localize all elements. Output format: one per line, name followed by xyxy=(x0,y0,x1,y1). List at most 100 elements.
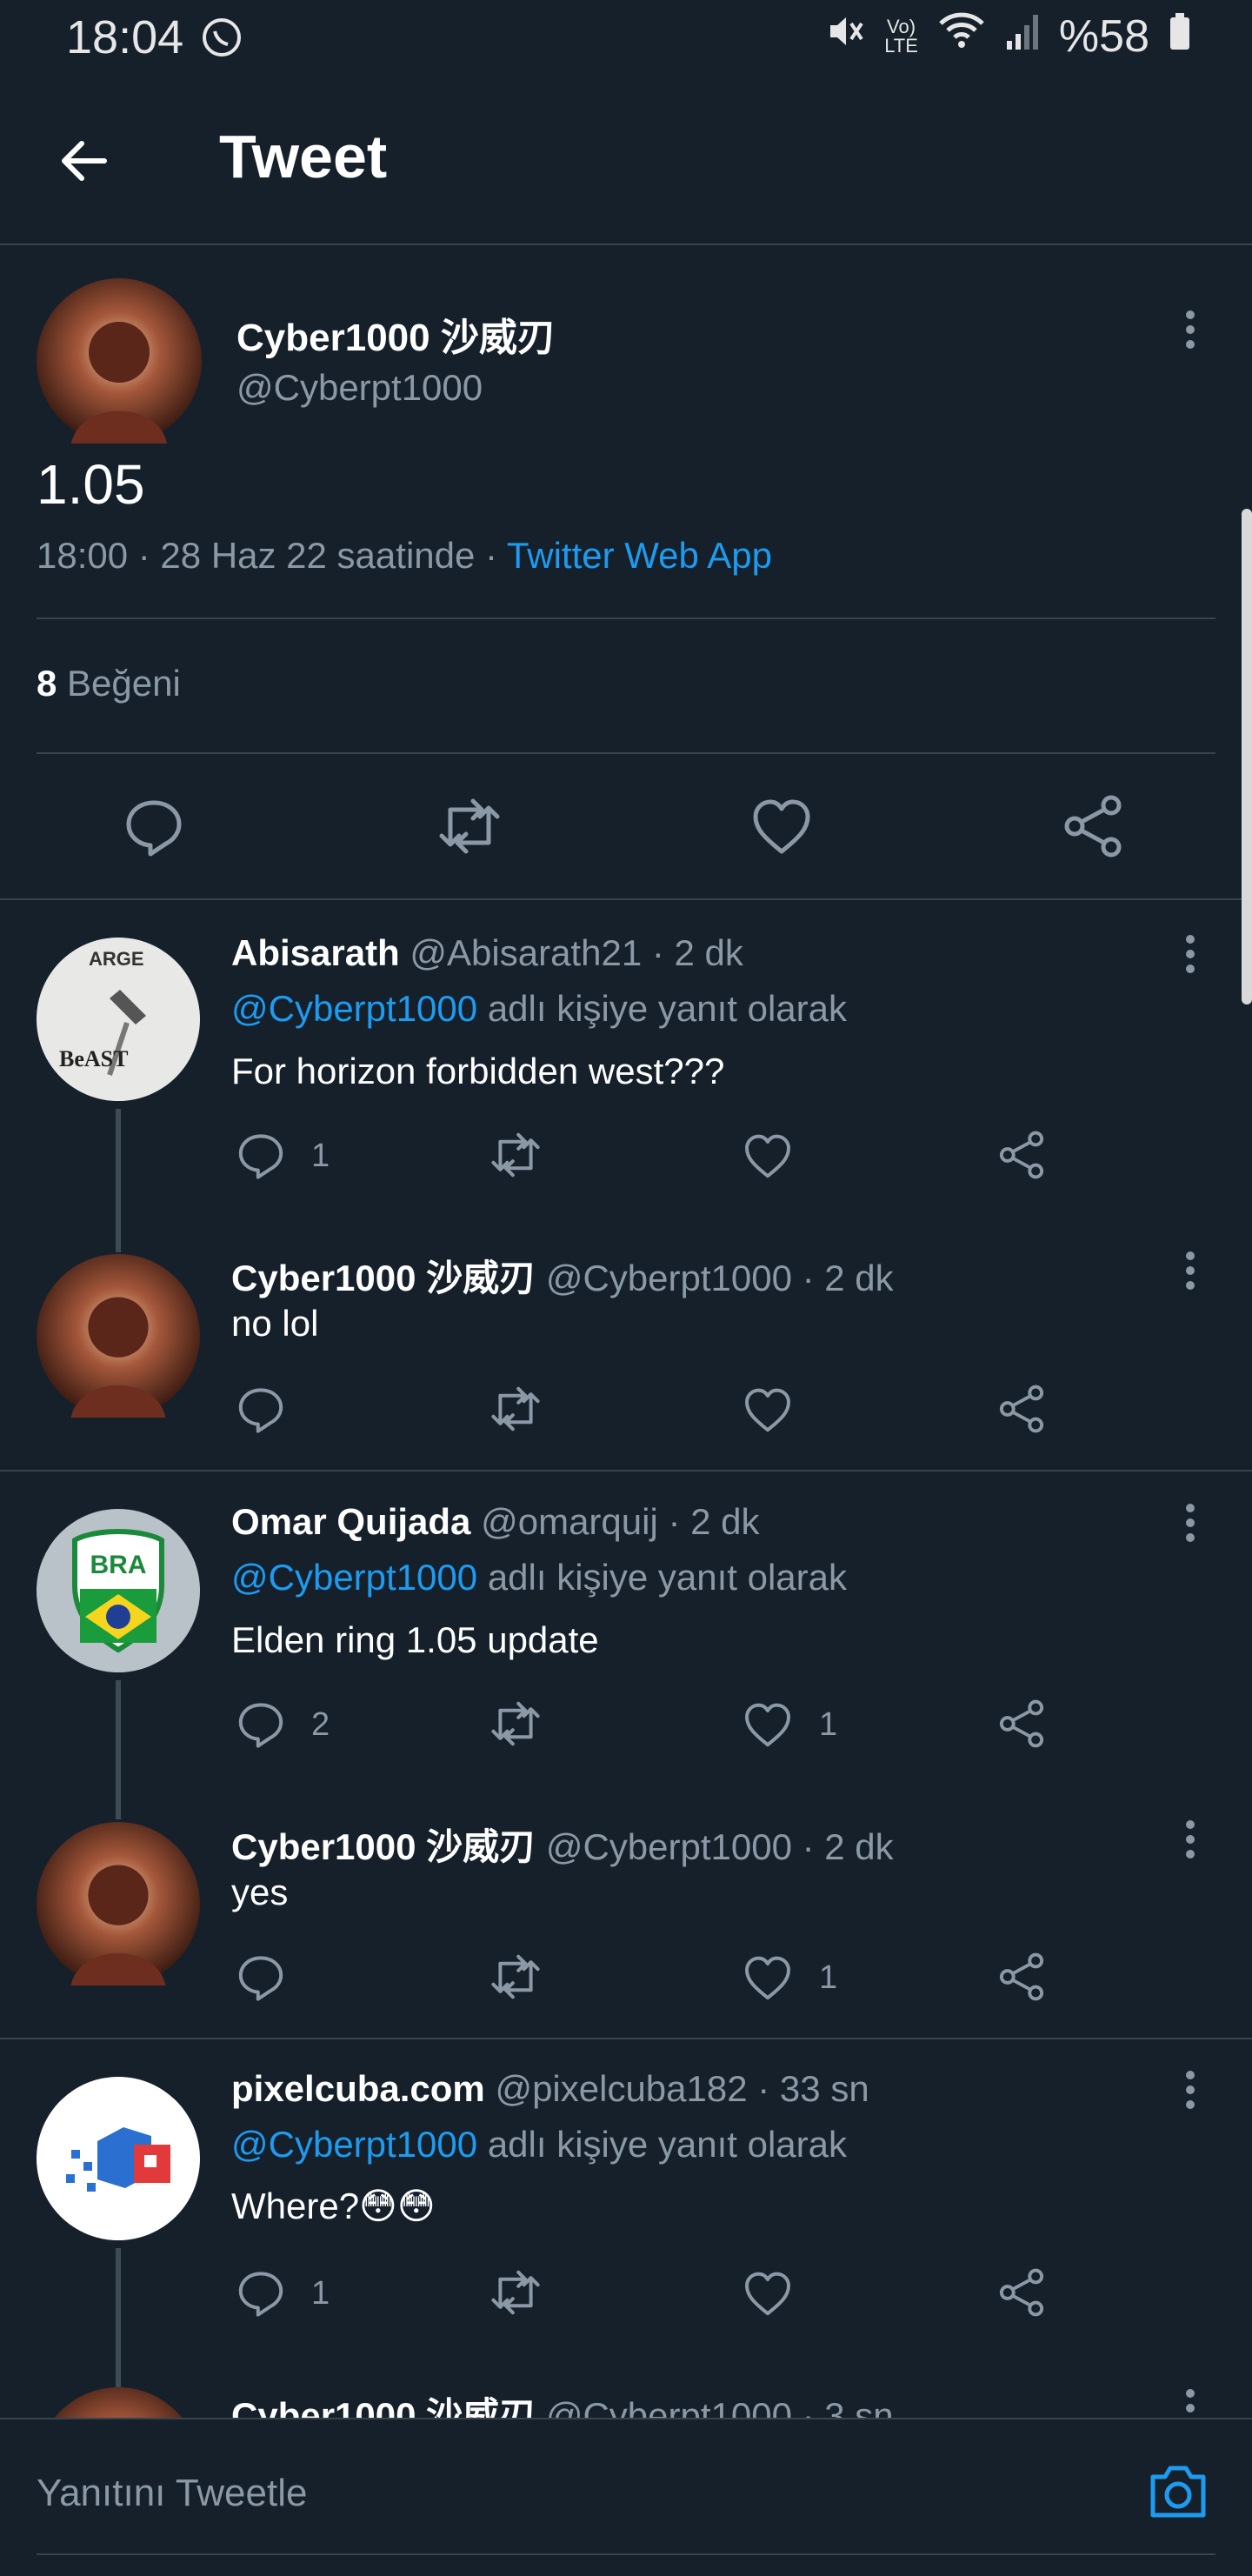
reply-author-name[interactable]: Cyber1000 沙威刃 xyxy=(231,1258,536,1298)
more-icon[interactable] xyxy=(1177,308,1203,351)
reply-author-name[interactable]: pixelcuba.com xyxy=(231,2068,485,2109)
divider xyxy=(37,617,1215,619)
divider xyxy=(0,1470,1252,1472)
like-icon[interactable] xyxy=(743,1132,792,1184)
status-time: 18:04 xyxy=(66,11,184,63)
reply-author-handle[interactable]: @pixelcuba182 · 33 sn xyxy=(495,2068,869,2109)
more-icon[interactable] xyxy=(1177,2068,1203,2112)
like-icon[interactable] xyxy=(743,1701,792,1752)
reply-icon[interactable] xyxy=(236,2268,285,2321)
reply-author-handle[interactable]: @omarquij · 2 dk xyxy=(481,1501,759,1542)
reply-header: Abisarath @Abisarath21 · 2 dk xyxy=(231,932,743,974)
reply-count: 1 xyxy=(311,2275,330,2312)
replying-to-handle[interactable]: @Cyberpt1000 xyxy=(231,1557,477,1598)
reply-header: Cyber1000 沙威刃 @Cyberpt1000 · 2 dk xyxy=(231,1818,894,1871)
more-icon[interactable] xyxy=(1177,1501,1203,1545)
replying-to: @Cyberpt1000 adlı kişiye yanıt olarak xyxy=(231,1557,847,1598)
likes-label: Beğeni xyxy=(67,663,181,704)
divider xyxy=(37,752,1215,754)
thread-line xyxy=(116,2248,121,2387)
more-icon[interactable] xyxy=(1177,932,1203,976)
reply-count: 1 xyxy=(311,1138,330,1174)
camera-icon[interactable] xyxy=(1146,2463,1210,2525)
share-icon[interactable] xyxy=(998,1699,1045,1752)
reply-input[interactable]: Yanıtını Tweetle xyxy=(37,2472,307,2515)
reply-author-handle[interactable]: @Cyberpt1000 · 2 dk xyxy=(546,1258,894,1298)
share-icon[interactable] xyxy=(1062,795,1123,862)
avatar[interactable] xyxy=(37,2077,200,2240)
page-title: Tweet xyxy=(219,123,388,190)
share-icon[interactable] xyxy=(998,1385,1045,1438)
reply-icon[interactable] xyxy=(236,1699,285,1752)
reply-icon[interactable] xyxy=(236,1952,285,2005)
replying-to-suffix: adlı kişiye yanıt olarak xyxy=(487,988,848,1029)
tweet-text: 1.05 xyxy=(37,453,145,516)
tweet-author-name[interactable]: Cyber1000 沙威刃 xyxy=(236,306,556,362)
whatsapp-icon xyxy=(200,16,243,63)
like-count: 1 xyxy=(819,1959,838,1996)
replying-to-handle[interactable]: @Cyberpt1000 xyxy=(231,988,477,1029)
retweet-icon[interactable] xyxy=(487,1952,544,2005)
reply-icon[interactable] xyxy=(236,1385,285,1438)
replying-to: @Cyberpt1000 adlı kişiye yanıt olarak xyxy=(231,2124,847,2166)
svg-text:BeAST: BeAST xyxy=(59,1046,128,1071)
divider xyxy=(0,2038,1252,2039)
reply-author-name[interactable]: Omar Quijada xyxy=(231,1501,470,1542)
like-count: 1 xyxy=(819,1706,838,1743)
reply-text: Where?😳😳 xyxy=(231,2186,436,2226)
reply-author-handle[interactable]: @Cyberpt1000 · 2 dk xyxy=(546,1826,894,1867)
share-icon[interactable] xyxy=(998,2268,1045,2321)
likes-summary[interactable]: 8 Beğeni xyxy=(37,663,181,704)
wifi-icon xyxy=(937,10,986,63)
svg-text:ARGE: ARGE xyxy=(89,948,144,970)
reply-text: Elden ring 1.05 update xyxy=(231,1619,599,1660)
reply-text: yes xyxy=(231,1872,289,1912)
retweet-icon[interactable] xyxy=(487,1385,544,1438)
retweet-icon[interactable] xyxy=(435,796,504,861)
retweet-icon[interactable] xyxy=(487,2268,544,2321)
replying-to: @Cyberpt1000 adlı kişiye yanıt olarak xyxy=(231,988,847,1030)
share-icon[interactable] xyxy=(998,1131,1045,1184)
reply-composer-bar: Yanıtını Tweetle xyxy=(0,2418,1252,2576)
retweet-icon[interactable] xyxy=(487,1131,544,1184)
tweet-source-link[interactable]: Twitter Web App xyxy=(507,535,772,576)
tweet-author-handle[interactable]: @Cyberpt1000 xyxy=(236,367,483,409)
like-icon[interactable] xyxy=(743,1954,792,2005)
reply-header: Cyber1000 沙威刃 @Cyberpt1000 · 2 dk xyxy=(231,1249,894,1302)
avatar[interactable] xyxy=(37,1822,200,1985)
reply-author-handle[interactable]: @Abisarath21 · 2 dk xyxy=(410,932,743,973)
like-icon[interactable] xyxy=(743,2270,792,2321)
like-icon[interactable] xyxy=(743,1386,792,1438)
replying-to-suffix: adlı kişiye yanıt olarak xyxy=(487,1557,848,1598)
avatar[interactable] xyxy=(37,1254,200,1418)
divider xyxy=(0,898,1252,900)
reply-author-name[interactable]: Cyber1000 沙威刃 xyxy=(231,1826,536,1867)
status-indicators: Vo) LTE %58 xyxy=(825,10,1191,63)
more-icon[interactable] xyxy=(1177,1818,1203,1861)
avatar[interactable]: ARGE BeAST xyxy=(37,938,200,1101)
svg-text:BRA: BRA xyxy=(90,1551,147,1579)
share-icon[interactable] xyxy=(998,1952,1045,2005)
back-arrow-icon[interactable] xyxy=(54,130,115,191)
reply-author-name[interactable]: Abisarath xyxy=(231,932,400,973)
reply-text: For horizon forbidden west??? xyxy=(231,1051,725,1091)
tweet-timestamp: 18:00 · 28 Haz 22 saatinde · xyxy=(37,535,507,576)
more-icon[interactable] xyxy=(1177,1249,1203,1292)
reply-icon[interactable] xyxy=(236,1131,285,1184)
replying-to-handle[interactable]: @Cyberpt1000 xyxy=(231,2124,477,2165)
avatar[interactable]: BRA xyxy=(37,1509,200,1672)
avatar[interactable] xyxy=(37,278,202,444)
volte-indicator: Vo) LTE xyxy=(884,16,918,57)
reply-text: no lol xyxy=(231,1303,319,1344)
status-bar: 18:04 Vo) LTE %58 xyxy=(0,0,1252,78)
scrollbar[interactable] xyxy=(1242,509,1252,1004)
tweet-meta: 18:00 · 28 Haz 22 saatinde · Twitter Web… xyxy=(37,535,772,577)
battery-text: %58 xyxy=(1058,11,1149,62)
mute-icon xyxy=(825,10,865,63)
retweet-icon[interactable] xyxy=(487,1699,544,1752)
top-app-bar: Tweet xyxy=(0,78,1252,245)
thread-line xyxy=(116,1109,121,1252)
like-icon[interactable] xyxy=(751,797,812,859)
reply-icon[interactable] xyxy=(123,796,184,861)
divider xyxy=(37,2553,1215,2555)
